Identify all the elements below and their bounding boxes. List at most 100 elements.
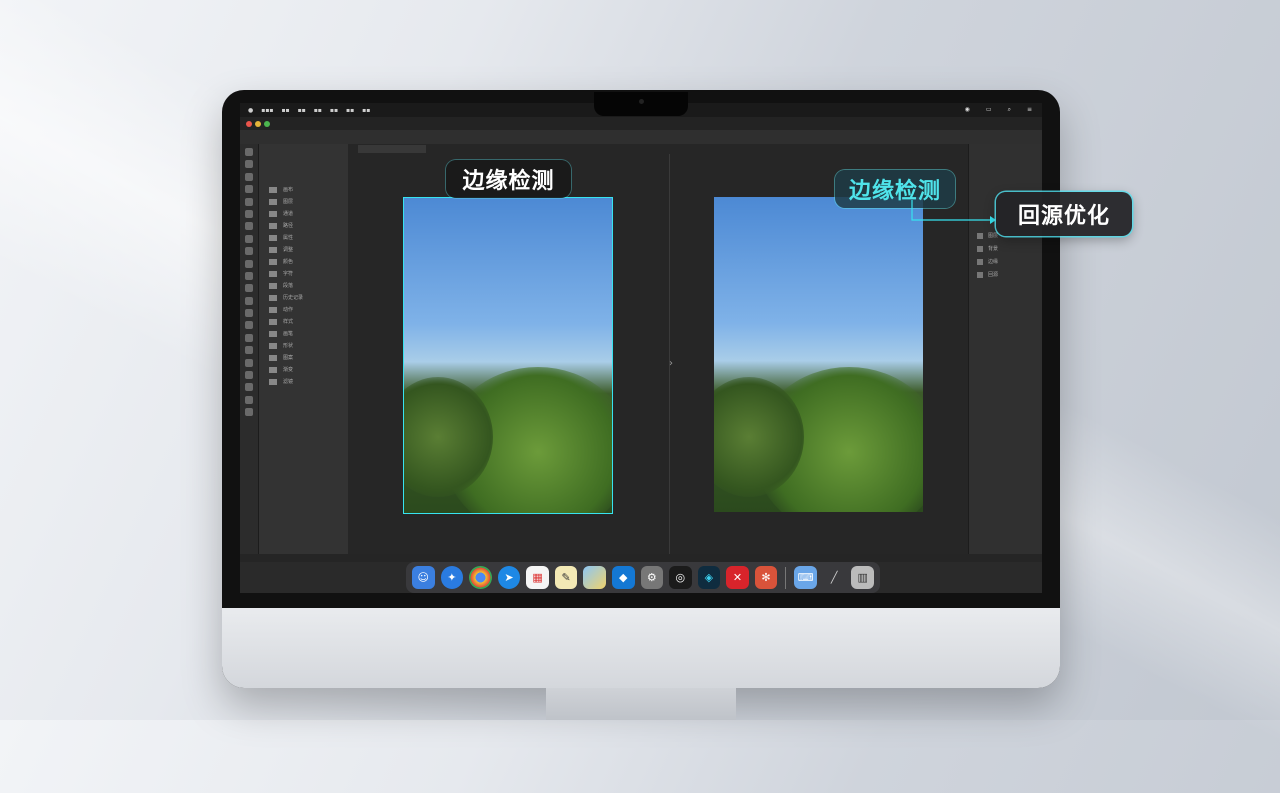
tool-icon[interactable] xyxy=(245,309,253,318)
status-bar xyxy=(240,554,1042,562)
adobe-icon[interactable]: ✕ xyxy=(726,566,749,589)
panel-row[interactable]: 通道 xyxy=(261,208,345,219)
tool-icon[interactable] xyxy=(245,346,253,355)
panel-row[interactable]: 动作 xyxy=(261,304,345,315)
compass-icon[interactable]: ➤ xyxy=(497,566,521,589)
refine-callout: 回源优化 xyxy=(996,192,1132,236)
layer-icon xyxy=(269,354,277,361)
panel-row[interactable]: 字符 xyxy=(261,268,345,279)
tool-icon[interactable] xyxy=(245,395,253,404)
panel-row[interactable]: 图层 xyxy=(261,196,345,207)
photo-after xyxy=(714,197,923,512)
tool-icon[interactable] xyxy=(245,234,253,243)
layer-icon xyxy=(269,222,277,229)
chrome-icon[interactable] xyxy=(469,566,492,589)
layer-row[interactable]: 背景 xyxy=(973,243,1037,254)
panel-row[interactable]: 渐变 xyxy=(261,364,345,375)
tool-icon[interactable] xyxy=(245,185,253,194)
camera-notch xyxy=(594,92,688,116)
window-titlebar xyxy=(240,117,1042,130)
panel-row[interactable]: 颜色 xyxy=(261,256,345,267)
notes-icon[interactable]: ✎ xyxy=(554,566,578,589)
media-icon[interactable]: ✻ xyxy=(754,566,778,589)
maximize-icon[interactable] xyxy=(264,121,270,127)
tool-icon[interactable] xyxy=(245,358,253,367)
panel-row[interactable]: 画笔 xyxy=(261,328,345,339)
layer-icon xyxy=(269,318,277,325)
chevron-right-icon[interactable]: › xyxy=(669,358,673,369)
tool-icon[interactable] xyxy=(245,383,253,392)
layer-icon xyxy=(269,234,277,241)
layer-icon xyxy=(269,366,277,373)
layer-icon xyxy=(269,306,277,313)
search-icon[interactable]: ⌕ xyxy=(1008,106,1011,114)
tool-icon[interactable] xyxy=(245,321,253,330)
tool-icon[interactable] xyxy=(245,247,253,256)
safari-icon[interactable]: ✦ xyxy=(440,566,464,589)
preview-icon[interactable] xyxy=(583,566,606,589)
close-icon[interactable] xyxy=(246,121,252,127)
camera-icon xyxy=(639,99,644,104)
tool-icon[interactable] xyxy=(245,333,253,342)
settings-icon[interactable]: ⚙ xyxy=(640,566,664,589)
wifi-icon[interactable]: ◉ xyxy=(965,106,970,114)
battery-icon[interactable]: ▭ xyxy=(986,106,992,114)
left-panel: 画布 图层 通道 路径 属性 调整 颜色 字符 段落 历史记录 动作 样式 画笔… xyxy=(259,144,348,554)
tool-icon[interactable] xyxy=(245,222,253,231)
menu-item[interactable]: ▪▪ xyxy=(346,107,354,114)
editor-icon[interactable]: ◈ xyxy=(697,566,721,589)
steam-icon[interactable]: ◎ xyxy=(669,566,692,589)
panel-row[interactable]: 画布 xyxy=(261,184,345,195)
pen-icon[interactable]: ╱ xyxy=(823,566,846,589)
document-tab[interactable] xyxy=(358,145,426,153)
layer-thumb xyxy=(977,232,983,239)
edge-detect-callout-left: 边缘检测 xyxy=(446,160,571,198)
layer-thumb xyxy=(977,245,983,252)
panel-row[interactable]: 属性 xyxy=(261,232,345,243)
keyboard-icon[interactable]: ⌨ xyxy=(794,566,817,589)
layer-icon xyxy=(269,282,277,289)
minimize-icon[interactable] xyxy=(255,121,261,127)
panel-row[interactable]: 历史记录 xyxy=(261,292,345,303)
status-icons: ◉ ▭ ⌕ ≡ xyxy=(957,106,1032,114)
layer-icon xyxy=(269,198,277,205)
apple-icon[interactable]: ● xyxy=(248,107,253,114)
panel-row[interactable]: 路径 xyxy=(261,220,345,231)
compare-divider[interactable] xyxy=(669,154,670,554)
tool-icon[interactable] xyxy=(245,271,253,280)
menu-item[interactable]: ▪▪ xyxy=(330,107,338,114)
tool-icon[interactable] xyxy=(245,371,253,380)
tool-icon[interactable] xyxy=(245,197,253,206)
tool-icon[interactable] xyxy=(245,259,253,268)
panel-row[interactable]: 段落 xyxy=(261,280,345,291)
tool-icon[interactable] xyxy=(245,408,253,417)
connector-arrow xyxy=(911,200,996,224)
menu-item[interactable]: ▪▪ xyxy=(281,107,289,114)
trash-icon[interactable]: ▥ xyxy=(851,566,874,589)
options-bar xyxy=(240,130,1042,145)
tool-icon[interactable] xyxy=(245,160,253,169)
layer-row[interactable]: 边缘 xyxy=(973,256,1037,267)
layer-icon xyxy=(269,378,277,385)
layer-row[interactable]: 回源 xyxy=(973,269,1037,280)
panel-row[interactable]: 调整 xyxy=(261,244,345,255)
layer-thumb xyxy=(977,271,983,278)
menu-item[interactable]: ▪▪ xyxy=(298,107,306,114)
menu-item[interactable]: ▪▪ xyxy=(362,107,370,114)
panel-row[interactable]: 形状 xyxy=(261,340,345,351)
finder-icon[interactable]: ☺ xyxy=(412,566,435,589)
menu-item[interactable]: ▪▪ xyxy=(314,107,322,114)
calendar-icon[interactable]: ▦ xyxy=(526,566,549,589)
tool-icon[interactable] xyxy=(245,296,253,305)
tool-icon[interactable] xyxy=(245,209,253,218)
tool-icon[interactable] xyxy=(245,284,253,293)
panel-row[interactable]: 图案 xyxy=(261,352,345,363)
tool-icon[interactable] xyxy=(245,172,253,181)
panel-row[interactable]: 滤镜 xyxy=(261,376,345,387)
layer-icon xyxy=(269,246,277,253)
control-icon[interactable]: ≡ xyxy=(1027,106,1032,114)
tool-icon[interactable] xyxy=(245,148,253,156)
panel-row[interactable]: 样式 xyxy=(261,316,345,327)
store-icon[interactable]: ◆ xyxy=(611,566,635,589)
menu-item[interactable]: ▪▪▪ xyxy=(261,107,273,114)
